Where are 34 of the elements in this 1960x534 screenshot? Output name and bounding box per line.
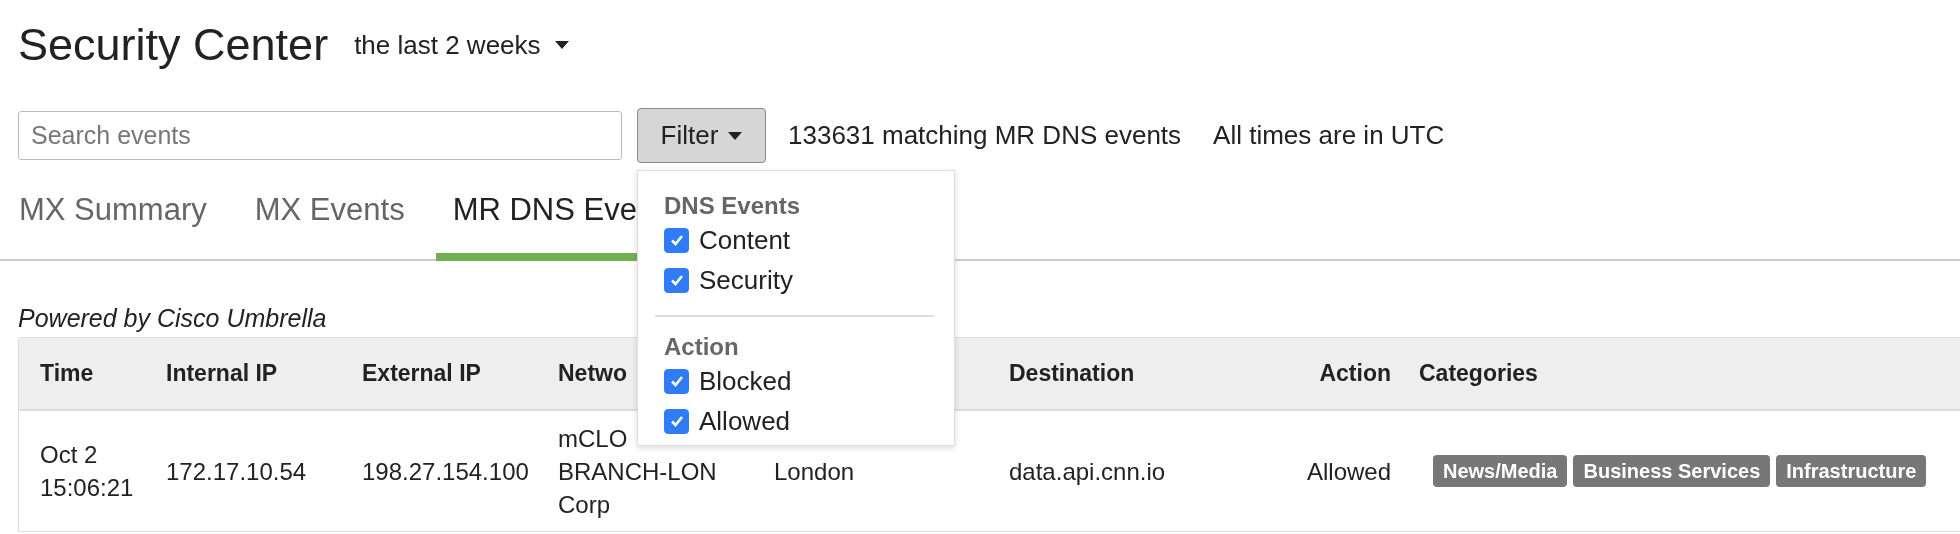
menu-group-title: Action <box>664 333 740 361</box>
tab[interactable]: MX Summary <box>19 192 207 261</box>
tab[interactable]: MX Events <box>254 192 405 261</box>
column-header[interactable]: Categories <box>1391 360 1538 387</box>
checkbox[interactable] <box>664 227 689 253</box>
checkbox[interactable] <box>664 408 689 434</box>
caret-icon <box>554 41 569 49</box>
table-cell-text: data.api.cnn.io <box>1009 456 1167 487</box>
column-header[interactable]: Destination <box>1009 360 1259 387</box>
category-tag: Business Services <box>1573 455 1771 487</box>
column-header[interactable]: Time <box>19 360 166 387</box>
checkbox[interactable] <box>664 368 689 394</box>
caret-icon <box>728 131 743 140</box>
timezone-note: All times are in UTC <box>1213 120 1445 151</box>
column-header[interactable]: Action <box>1259 360 1391 387</box>
checkbox[interactable] <box>664 267 689 293</box>
search-field[interactable]: Search events <box>18 111 622 160</box>
option-label[interactable]: Content <box>699 224 791 256</box>
page-title: Security Center <box>18 19 329 71</box>
category-tag: News/Media <box>1433 455 1568 487</box>
category-tag: Infrastructure <box>1776 455 1927 487</box>
table-cell-text: London <box>774 456 856 487</box>
table-cell-text: 172.17.10.54 <box>166 456 308 487</box>
column-header[interactable]: External IP <box>362 360 558 387</box>
option-label[interactable]: Blocked <box>699 365 792 397</box>
table-cell-text: Oct 2 15:06:21 <box>39 440 135 503</box>
column-header[interactable]: Internal IP <box>166 360 362 387</box>
table-cell-text: 198.27.154.100 <box>362 456 530 487</box>
powered-by-note: Powered by Cisco Umbrella <box>18 303 327 333</box>
option-label[interactable]: Security <box>699 264 793 296</box>
table-cell-text: Allowed <box>1305 456 1391 487</box>
match-count: 133631 matching MR DNS events <box>788 120 1182 151</box>
filter-button[interactable]: Filter <box>637 108 766 163</box>
period-dropdown[interactable]: the last 2 weeks <box>354 29 569 61</box>
